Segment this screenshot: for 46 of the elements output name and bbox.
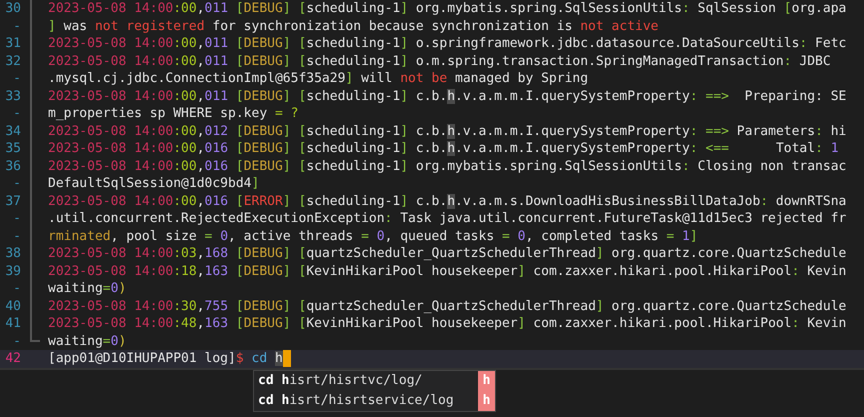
- log-line: 2023-05-08 14:00:00,012 [DEBUG] [scheduling-1] c.b.h.v.a.m.m.I.querySystemProperty: ==> Parameters: hi: [48, 122, 846, 140]
- log-line: ] was not registered for synchronization because synchronization is not active: [48, 18, 658, 35]
- log-line: 2023-05-08 14:00:03,168 [DEBUG] [quartzScheduler_QuartzSchedulerThread] org.quartz.core.QuartzSchedule: [48, 245, 846, 262]
- log-line: 2023-05-08 14:00:00,011 [DEBUG] [scheduling-1] o.m.spring.transaction.SpringManagedTransaction: JDBC: [48, 52, 831, 70]
- command-prompt[interactable]: [app01@D10IHUPAPP01 log]$ cd h: [48, 350, 283, 368]
- log-line: .mysql.cj.jdbc.ConnectionImpl@65f35a29] will not be managed by Spring: [48, 70, 588, 88]
- line-number: 37: [4, 192, 21, 210]
- log-line: 2023-05-08 14:00:00,011 [DEBUG] [scheduling-1] o.springframework.jdbc.datasource.DataSourceUtils: Fetc: [48, 35, 846, 52]
- log-line: m_properties sp WHERE sp.key = ?: [48, 105, 298, 122]
- line-number: 42: [4, 350, 21, 368]
- line-number: 31: [4, 35, 21, 52]
- log-line: 2023-05-08 14:00:00,016 [DEBUG] [scheduling-1] org.mybatis.spring.SqlSessionUtils: Closing non transac: [48, 158, 846, 175]
- log-line: 2023-05-08 14:00:18,163 [DEBUG] [KevinHikariPool housekeeper] com.zaxxer.hikari.pool.HikariPool: Kevin: [48, 262, 846, 280]
- line-number: 34: [4, 122, 21, 140]
- line-number: 35: [4, 140, 21, 158]
- line-number: -: [12, 18, 21, 35]
- line-number: -: [12, 228, 21, 245]
- log-line: 2023-05-08 14:00:00,016 [ERROR] [scheduling-1] c.b.h.v.a.m.s.DownloadHisBusinessBillDataJob: downRTSna: [48, 192, 846, 210]
- line-number: 36: [4, 158, 21, 175]
- log-line: 2023-05-08 14:00:30,755 [DEBUG] [quartzScheduler_QuartzSchedulerThread] org.quartz.core.QuartzSchedule: [48, 298, 846, 315]
- suggestion-item[interactable]: cd hisrt/hisrtvc/log/: [258, 371, 478, 391]
- suggestion-item[interactable]: cd hisrt/hisrtservice/log: [258, 391, 478, 411]
- line-number: 41: [4, 315, 21, 332]
- log-line: .util.concurrent.RejectedExecutionException: Task java.util.concurrent.FutureTask@11d15ec3 rejected fr: [48, 210, 846, 228]
- log-line: 2023-05-08 14:00:00,016 [DEBUG] [scheduling-1] c.b.h.v.a.m.m.I.querySystemProperty: <== Total: 1: [48, 140, 839, 158]
- log-line: 2023-05-08 14:00:48,163 [DEBUG] [KevinHikariPool housekeeper] com.zaxxer.hikari.pool.HikariPool: Kevin: [48, 315, 846, 332]
- log-line: 2023-05-08 14:00:00,011 [DEBUG] [scheduling-1] c.b.h.v.a.m.m.I.querySystemProperty: ==> Preparing: SE: [48, 88, 846, 105]
- line-number: -: [12, 210, 21, 228]
- line-number: -: [12, 175, 21, 192]
- log-line: waiting=0): [48, 280, 126, 298]
- log-line: DefaultSqlSession@1d0c9bd4]: [48, 175, 260, 192]
- line-number: 32: [4, 52, 21, 70]
- match-badge: h: [478, 371, 495, 391]
- line-number: -: [12, 280, 21, 298]
- line-number: 33: [4, 88, 21, 105]
- log-line: rminated, pool size = 0, active threads = 0, queued tasks = 0, completed tasks = 1]: [48, 228, 698, 245]
- line-number: -: [12, 70, 21, 88]
- line-number: 30: [4, 0, 21, 18]
- log-line: 2023-05-08 14:00:00,011 [DEBUG] [scheduling-1] org.mybatis.spring.SqlSessionUtils: SqlSession [org.apa: [48, 0, 846, 18]
- match-badge: h: [478, 391, 495, 411]
- line-number: -: [12, 105, 21, 122]
- line-number: -: [12, 332, 21, 350]
- line-number: 40: [4, 298, 21, 315]
- line-number: 39: [4, 262, 21, 280]
- line-number: 38: [4, 245, 21, 262]
- log-line: waiting=0): [48, 332, 126, 350]
